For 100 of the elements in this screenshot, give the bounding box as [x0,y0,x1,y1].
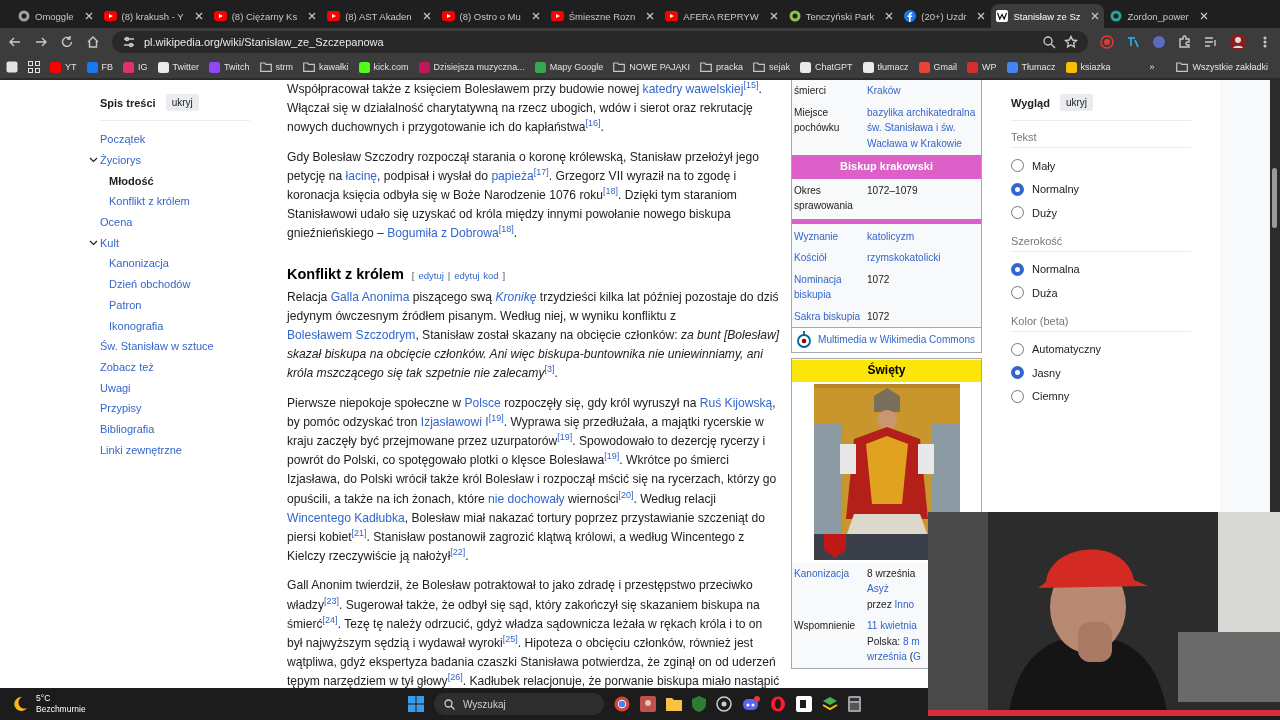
close-icon[interactable] [194,12,203,20]
toc-link[interactable]: Początek [100,133,146,146]
option-label[interactable]: Ciemny [1032,390,1070,403]
bookmark[interactable]: kawałki [303,62,349,72]
footnote-link[interactable]: [19] [604,451,620,462]
link[interactable]: Izjasławowi I [420,414,489,429]
link[interactable]: Kraków [867,83,901,99]
link[interactable]: Galla Anonima [330,289,410,304]
hide-button[interactable]: ukryj [1059,94,1094,111]
footnote-link[interactable]: [24] [322,614,338,625]
toc-link[interactable]: Kult [100,236,119,249]
edit-link[interactable]: edytuj kod [454,269,499,281]
footnote-link[interactable]: [18] [602,186,618,196]
toc-link[interactable]: Św. Stanisław w sztuce [100,340,214,353]
footnote-link[interactable]: [15] [743,80,759,90]
toc-link[interactable]: Zobacz też [100,360,154,373]
site-info-icon[interactable] [122,35,136,49]
link[interactable]: września [867,651,907,662]
app-icon[interactable] [822,696,838,712]
chevron-icon[interactable] [89,239,98,246]
radio-button[interactable] [1011,206,1024,220]
label-link[interactable]: Nominacja biskupia [794,271,865,303]
link[interactable]: łacinę [345,168,378,183]
link[interactable]: 8 m [902,635,920,647]
bookmark[interactable]: NOWE PAJĄKI [613,62,690,72]
opera-icon[interactable] [770,696,786,712]
edit-link[interactable]: edytuj [418,269,444,281]
footnote-link[interactable]: [3] [544,364,555,375]
browser-tab[interactable]: Omoggle [13,4,98,28]
chat-icon[interactable] [742,696,760,712]
link[interactable]: Asyż [867,581,889,597]
footnote-link[interactable]: [19] [488,412,504,423]
start-icon[interactable] [408,696,424,712]
chevron-icon[interactable] [89,157,98,164]
option-label[interactable]: Mały [1032,159,1056,172]
toc-link[interactable]: Życiorys [100,154,141,167]
moon-icon[interactable] [12,696,28,712]
label-link[interactable]: Wyznanie [794,228,865,244]
link[interactable]: nie dochowały [488,491,565,506]
close-icon[interactable] [531,12,540,20]
label-link[interactable]: Kościół [794,250,865,266]
toc-link[interactable]: Uwagi [100,381,131,394]
browser-tab[interactable]: (8) krakush - Y [98,4,208,28]
close-icon[interactable] [1091,12,1100,20]
radio-button[interactable] [1011,342,1024,356]
translate-icon[interactable] [1126,35,1140,49]
bookmark[interactable]: ksiazka [1065,61,1111,73]
close-icon[interactable] [769,12,778,20]
scrollbar[interactable] [1270,80,1280,512]
browser-tab[interactable]: Tenczyński Park [783,4,899,28]
browser-tab[interactable]: Śmieszne Rozn [545,4,660,28]
toc-link[interactable]: Linki zewnętrzne [100,443,182,456]
browser-tab[interactable]: (8) AST Akaden [322,4,436,28]
browser-tab[interactable]: AFERA REPRYW [660,4,783,28]
home-icon[interactable] [86,35,100,49]
footnote-link[interactable]: [22] [450,547,466,558]
radio-button[interactable] [1011,262,1024,276]
close-icon[interactable] [1199,12,1208,20]
close-icon[interactable] [646,12,655,20]
bookmark[interactable]: Twitter [157,61,200,73]
link[interactable]: Wincentego Kadłubka [287,510,405,525]
forward-icon[interactable] [34,35,48,49]
radio-button[interactable] [1011,182,1024,196]
option-label[interactable]: Duży [1032,206,1058,219]
option-label[interactable]: Jasny [1032,366,1061,379]
link[interactable]: G [913,651,921,662]
app-icon[interactable] [796,696,812,712]
footnote-link[interactable]: [21] [351,528,367,539]
bookmark-folder[interactable]: Wszystkie zakładki [1176,62,1268,72]
browser-icon[interactable] [614,696,630,712]
footnote-link[interactable]: [19] [557,432,573,442]
browser-tab[interactable]: (8) Ciężarny Ks [208,4,322,28]
folder-icon[interactable] [666,697,682,711]
more-bookmarks-button[interactable]: » [1149,62,1155,72]
bookmark[interactable]: IG [123,61,148,73]
footnote-link[interactable]: [17] [533,166,549,177]
address-bar[interactable]: pl.wikipedia.org/wiki/Stanisław_ze_Szczepanowa [112,31,1088,53]
toc-link[interactable]: Dzień obchodów [109,278,191,291]
toc-link[interactable]: Młodość [109,174,154,187]
close-icon[interactable] [84,12,93,20]
bookmark[interactable]: pracka [700,62,744,72]
bookmark[interactable]: kick.com [358,61,409,73]
reload-icon[interactable] [60,35,74,49]
puzzle-icon[interactable] [1178,35,1192,49]
footnote-link[interactable]: [20] [618,489,634,500]
browser-tab[interactable]: Zordon_power [1105,4,1213,28]
close-icon[interactable] [422,12,431,20]
apps-icon[interactable] [28,61,40,73]
toc-link[interactable]: Przypisy [100,402,142,415]
link[interactable]: bazylika archikatedralna św. Stanisława i św. Wacława w Krakowie [867,104,979,151]
link[interactable]: 11 kwietnia [867,618,917,634]
sidebar-icon[interactable] [6,61,18,73]
footnote-link[interactable]: [26] [447,672,463,683]
radio-button[interactable] [1011,159,1024,173]
close-icon[interactable] [885,12,894,20]
bookmark[interactable]: tłumacz [862,61,909,73]
footnote-link[interactable]: [18] [498,224,514,235]
footnote-link[interactable]: [25] [502,634,518,645]
link[interactable]: katolicyzm [867,228,915,244]
calculator-icon[interactable] [848,696,861,712]
